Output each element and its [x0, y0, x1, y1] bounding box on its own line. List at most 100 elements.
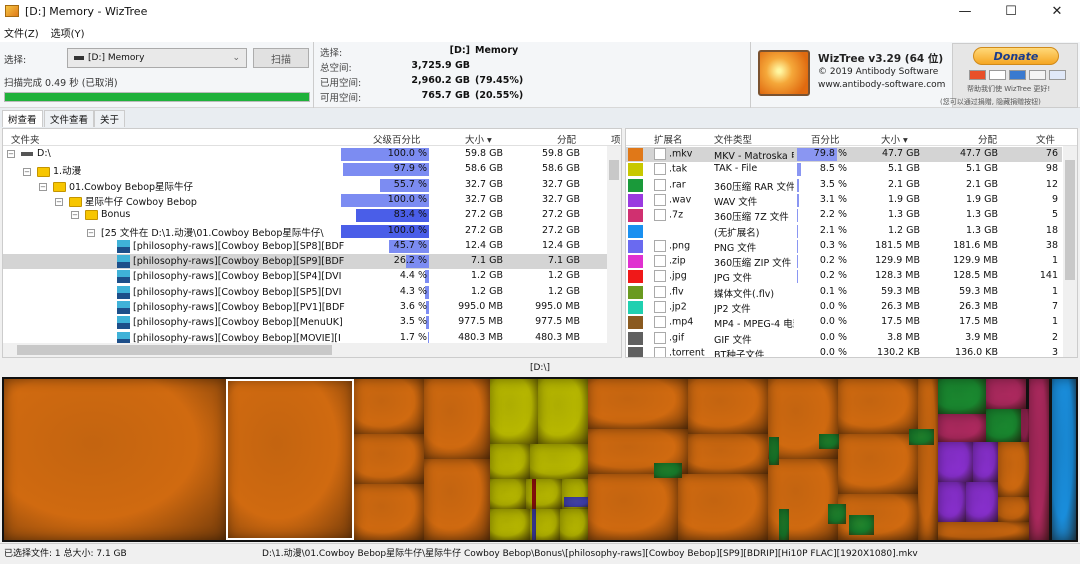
treemap-block[interactable] — [779, 509, 789, 540]
treemap[interactable] — [2, 377, 1078, 542]
treemap-block[interactable] — [538, 379, 588, 444]
extension-row[interactable]: .wav WAV 文件 3.1 % 1.9 GB 1.9 GB 9 — [626, 193, 1062, 208]
tree-vertical-scrollbar[interactable] — [607, 146, 621, 343]
tree-row[interactable]: − D:\ 100.0 % 59.8 GB 59.8 GB — [3, 147, 607, 162]
extension-row[interactable]: .mp4 MP4 - MPEG-4 电影 0.0 % 17.5 MB 17.5 … — [626, 315, 1062, 330]
tree-row[interactable]: [philosophy-raws][Cowboy Bebop][SP4][DVI… — [3, 269, 607, 284]
menu-file[interactable]: 文件(Z) — [4, 25, 39, 40]
tree-row[interactable]: − [25 文件在 D:\1.动漫\01.Cowboy Bebop星际牛仔\ 10… — [3, 224, 607, 239]
treemap-block[interactable] — [938, 442, 973, 482]
extension-row[interactable]: .jp2 JP2 文件 0.0 % 26.3 MB 26.3 MB 7 — [626, 300, 1062, 315]
extension-row[interactable]: (无扩展名) 2.1 % 1.2 GB 1.3 GB 18 — [626, 224, 1062, 239]
tab-file-view[interactable]: 文件查看 — [44, 110, 95, 127]
treemap-block[interactable] — [688, 434, 768, 474]
treemap-block[interactable] — [688, 379, 768, 434]
menu-options[interactable]: 选项(Y) — [51, 25, 85, 40]
website-link[interactable]: www.antibody-software.com — [818, 80, 945, 90]
treemap-block[interactable] — [838, 434, 918, 494]
treemap-block[interactable] — [1021, 409, 1029, 442]
extension-row[interactable]: .mkv MKV - Matroska 电 79.8 % 47.7 GB 47.… — [626, 147, 1062, 163]
tree-row[interactable]: − 01.Cowboy Bebop星际牛仔 55.7 % 32.7 GB 32.7… — [3, 178, 607, 193]
minimize-button[interactable]: — — [942, 0, 988, 22]
treemap-block[interactable] — [424, 459, 490, 540]
col-extension[interactable]: 扩展名 — [654, 132, 683, 146]
collapse-toggle[interactable]: − — [71, 210, 79, 219]
treemap-block[interactable] — [966, 482, 998, 522]
treemap-block[interactable] — [530, 444, 588, 479]
treemap-block[interactable] — [819, 434, 839, 449]
extension-row[interactable]: .jpg JPG 文件 0.2 % 128.3 MB 128.5 MB 141 — [626, 269, 1062, 284]
treemap-block[interactable] — [490, 479, 526, 509]
treemap-block[interactable] — [998, 442, 1029, 497]
treemap-block[interactable] — [560, 509, 588, 540]
treemap-block[interactable] — [938, 379, 986, 414]
extension-row[interactable]: .gif GIF 文件 0.0 % 3.8 MB 3.9 MB 2 — [626, 331, 1062, 346]
tree-row[interactable]: − Bonus 83.4 % 27.2 GB 27.2 GB — [3, 208, 607, 223]
treemap-block[interactable] — [838, 379, 918, 434]
treemap-block[interactable] — [909, 429, 934, 445]
treemap-block[interactable] — [1029, 379, 1049, 540]
treemap-block[interactable] — [938, 414, 986, 442]
donate-button[interactable]: Donate — [973, 47, 1059, 65]
col-file-type[interactable]: 文件类型 — [714, 132, 752, 146]
treemap-block[interactable] — [532, 509, 536, 540]
extension-row[interactable]: .7z 360压缩 7Z 文件 2.2 % 1.3 GB 1.3 GB 5 — [626, 208, 1062, 223]
tab-about[interactable]: 关于 — [94, 110, 126, 127]
treemap-block[interactable] — [938, 482, 966, 522]
col-alloc[interactable]: 分配 — [978, 132, 997, 146]
tree-row[interactable]: [philosophy-raws][Cowboy Bebop][SP9][BDF… — [3, 254, 607, 270]
treemap-block[interactable] — [998, 497, 1029, 522]
tree-row[interactable]: [philosophy-raws][Cowboy Bebop][SP8][BDF… — [3, 239, 607, 254]
col-items[interactable]: 项 — [611, 132, 621, 146]
treemap-block[interactable] — [354, 434, 424, 484]
tree-row[interactable]: − 1.动漫 97.9 % 58.6 GB 58.6 GB — [3, 162, 607, 177]
treemap-block[interactable] — [490, 444, 530, 479]
tree-row[interactable]: [philosophy-raws][Cowboy Bebop][SP5][DVI… — [3, 285, 607, 300]
drive-select[interactable]: [D:] Memory ⌄ — [67, 48, 247, 68]
extension-row[interactable]: .torrent BT种子文件 0.0 % 130.2 KB 136.0 KB … — [626, 346, 1062, 357]
treemap-block[interactable] — [490, 509, 530, 540]
treemap-block[interactable] — [678, 474, 768, 540]
col-percent[interactable]: 百分比 — [811, 132, 840, 146]
tree-row[interactable]: [philosophy-raws][Cowboy Bebop][PV1][BDF… — [3, 300, 607, 315]
treemap-block[interactable] — [938, 522, 1029, 540]
treemap-block[interactable] — [588, 379, 688, 429]
treemap-block[interactable] — [588, 474, 678, 540]
tab-tree-view[interactable]: 树查看 — [2, 110, 43, 127]
treemap-block[interactable] — [918, 379, 938, 540]
treemap-block[interactable] — [490, 379, 538, 444]
treemap-block[interactable] — [986, 409, 1021, 442]
treemap-block[interactable] — [849, 515, 874, 535]
extension-row[interactable]: .rar 360压缩 RAR 文件 3.5 % 2.1 GB 2.1 GB 12 — [626, 178, 1062, 193]
collapse-toggle[interactable]: − — [55, 198, 63, 207]
ext-vertical-scrollbar[interactable] — [1063, 146, 1077, 357]
treemap-block[interactable] — [828, 504, 846, 524]
scan-button[interactable]: 扫描 — [253, 48, 309, 68]
col-size[interactable]: 大小 ▾ — [465, 132, 492, 146]
collapse-toggle[interactable]: − — [39, 183, 47, 192]
extension-row[interactable]: .tak TAK - File 8.5 % 5.1 GB 5.1 GB 98 — [626, 162, 1062, 177]
treemap-block[interactable] — [354, 484, 424, 540]
extension-row[interactable]: .flv 媒体文件(.flv) 0.1 % 59.3 MB 59.3 MB 1 — [626, 285, 1062, 300]
col-folder[interactable]: 文件夹 — [11, 132, 40, 146]
col-size[interactable]: 大小 ▾ — [881, 132, 908, 146]
treemap-block[interactable] — [564, 497, 590, 507]
treemap-block[interactable] — [4, 379, 226, 540]
treemap-block[interactable] — [424, 379, 490, 459]
treemap-block[interactable] — [769, 437, 779, 465]
treemap-block[interactable] — [986, 379, 1026, 409]
collapse-toggle[interactable]: − — [87, 229, 95, 237]
treemap-block[interactable] — [654, 463, 682, 478]
treemap-block[interactable] — [973, 442, 998, 482]
collapse-toggle[interactable]: − — [23, 167, 31, 176]
treemap-block[interactable] — [1052, 379, 1076, 540]
col-alloc[interactable]: 分配 — [557, 132, 576, 146]
col-parent-pct[interactable]: 父级百分比 — [373, 132, 421, 146]
treemap-block[interactable] — [532, 479, 536, 509]
tree-row[interactable]: − 星际牛仔 Cowboy Bebop 100.0 % 32.7 GB 32.7 … — [3, 193, 607, 208]
col-files[interactable]: 文件 — [1036, 132, 1055, 146]
treemap-block[interactable] — [354, 379, 424, 434]
close-button[interactable]: ✕ — [1034, 0, 1080, 22]
extension-row[interactable]: .zip 360压缩 ZIP 文件 0.2 % 129.9 MB 129.9 M… — [626, 254, 1062, 269]
tree-horizontal-scrollbar[interactable] — [3, 343, 621, 357]
